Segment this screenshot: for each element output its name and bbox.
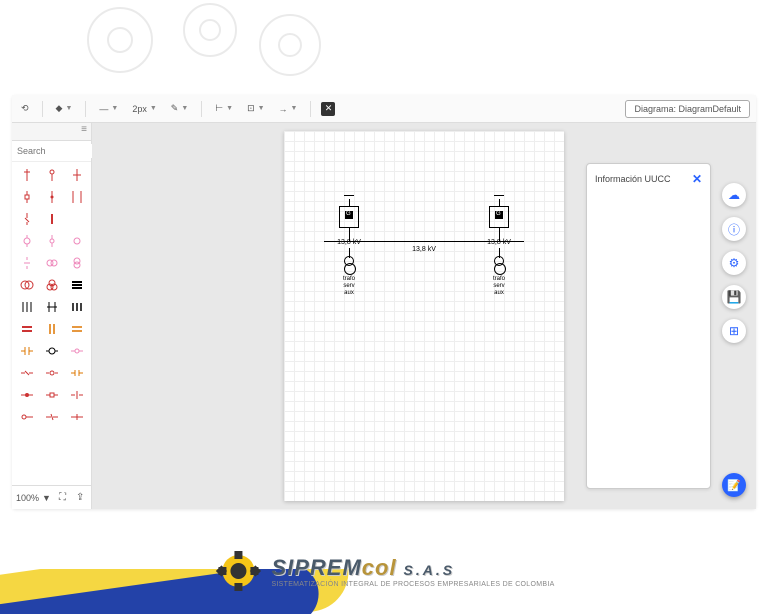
shape-item[interactable] <box>65 231 88 251</box>
notes-button[interactable]: 📝 <box>722 473 746 497</box>
stroke-width-dropdown[interactable]: 2px▼ <box>129 102 159 116</box>
save-button[interactable]: 💾 <box>722 285 746 309</box>
shape-item[interactable] <box>40 319 63 339</box>
shape-item[interactable] <box>40 253 63 273</box>
fill-color-dropdown[interactable]: ◆▼ <box>53 101 76 116</box>
shape-item[interactable] <box>15 297 38 317</box>
generator-node-left[interactable] <box>334 206 364 241</box>
voltage-label: 13,8 kV <box>334 239 364 246</box>
transformer-label: trafoservaux <box>334 276 364 297</box>
brand-logo-icon <box>213 546 263 596</box>
shape-item[interactable] <box>65 209 88 229</box>
shape-item[interactable] <box>65 165 88 185</box>
save-icon: 💾 <box>727 290 742 304</box>
info-panel-title: Información UUCC <box>595 174 671 184</box>
layers-icon: ⊞ <box>729 324 739 338</box>
canvas-area[interactable]: 13,8 kV 13,8 kV trafoservaux 13,8 kV tra… <box>92 123 756 509</box>
shape-item[interactable] <box>40 385 63 405</box>
shapes-sidebar: 🔍 <box>12 123 92 509</box>
layers-button[interactable]: ⊞ <box>722 319 746 343</box>
paint-bucket-icon: ◆ <box>56 103 63 114</box>
generator-node-right[interactable] <box>484 206 514 241</box>
shape-item[interactable] <box>15 165 38 185</box>
chevron-down-icon: ▼ <box>42 493 51 503</box>
single-line-diagram: 13,8 kV 13,8 kV trafoservaux 13,8 kV tra… <box>324 206 524 242</box>
transformer-right[interactable]: 13,8 kV trafoservaux <box>484 251 514 297</box>
shape-item[interactable] <box>15 407 38 427</box>
busbar-voltage-label: 13,8 kV <box>412 246 436 253</box>
fullscreen-button[interactable]: ⛶ <box>57 491 68 504</box>
line-style-dropdown[interactable]: — ▼ <box>96 102 121 116</box>
shape-item[interactable] <box>40 209 63 229</box>
zoom-value: 100% <box>16 493 39 503</box>
clear-formatting-button[interactable]: ✕ <box>321 102 335 116</box>
undo-button[interactable]: ⟲ <box>18 101 32 116</box>
info-panel: Información UUCC ✕ <box>586 163 711 489</box>
cloud-upload-button[interactable]: ☁ <box>722 183 746 207</box>
toolbar: ⟲ ◆▼ — ▼ 2px▼ ✎▼ ⊢ ▼ ⊡ ▼ → ▼ ✕ Diagrama:… <box>12 95 756 123</box>
voltage-label: 13,8 kV <box>484 239 514 246</box>
connection-dropdown[interactable]: ⊢ ▼ <box>212 101 236 116</box>
shape-item[interactable] <box>40 275 63 295</box>
shape-item[interactable] <box>40 231 63 251</box>
zoom-dropdown[interactable]: 100% ▼ <box>16 493 51 503</box>
settings-fab-button[interactable]: ⚙ <box>722 251 746 275</box>
brand-tagline: SISTEMATIZACIÓN INTEGRAL DE PROCESOS EMP… <box>271 581 554 588</box>
close-panel-button[interactable]: ✕ <box>692 172 702 186</box>
waypoint-dropdown[interactable]: ⊡ ▼ <box>244 101 267 116</box>
shape-item[interactable] <box>65 275 88 295</box>
shape-item[interactable] <box>40 187 63 207</box>
shape-palette <box>12 162 91 485</box>
shape-item[interactable] <box>15 187 38 207</box>
shape-item[interactable] <box>40 341 63 361</box>
diagram-name-badge[interactable]: Diagrama: DiagramDefault <box>625 100 750 118</box>
shape-item[interactable] <box>65 319 88 339</box>
stroke-width-label: 2px <box>132 104 147 114</box>
shape-item[interactable] <box>15 231 38 251</box>
brand-name: SIPREMcol S.A.S <box>271 555 554 581</box>
pencil-icon: ✎ <box>171 103 179 114</box>
diagram-editor-app: ⟲ ◆▼ — ▼ 2px▼ ✎▼ ⊢ ▼ ⊡ ▼ → ▼ ✕ Diagrama:… <box>12 95 756 509</box>
background-gears <box>60 0 360 90</box>
shape-item[interactable] <box>15 253 38 273</box>
shape-item[interactable] <box>40 363 63 383</box>
shape-item[interactable] <box>65 297 88 317</box>
shape-item[interactable] <box>15 385 38 405</box>
shape-item[interactable] <box>15 341 38 361</box>
line-color-dropdown[interactable]: ✎▼ <box>168 101 191 116</box>
shape-item[interactable] <box>40 407 63 427</box>
action-buttons-column: ☁ ⓘ ⚙ 💾 ⊞ <box>722 183 746 343</box>
shape-item[interactable] <box>65 187 88 207</box>
canvas-page[interactable]: 13,8 kV 13,8 kV trafoservaux 13,8 kV tra… <box>284 131 564 501</box>
gear-icon: ⚙ <box>729 256 740 270</box>
shape-item[interactable] <box>65 253 88 273</box>
shape-item[interactable] <box>15 275 38 295</box>
shape-item[interactable] <box>15 319 38 339</box>
shape-item[interactable] <box>15 209 38 229</box>
close-icon: ✕ <box>325 103 333 114</box>
workspace: 🔍 <box>12 123 756 509</box>
info-icon: ⓘ <box>728 221 740 238</box>
shape-item[interactable] <box>40 297 63 317</box>
shape-item[interactable] <box>15 363 38 383</box>
note-icon: 📝 <box>727 479 741 492</box>
shape-search-row: 🔍 <box>12 141 91 162</box>
shape-item[interactable] <box>65 363 88 383</box>
info-button[interactable]: ⓘ <box>722 217 746 241</box>
brand-footer: SIPREMcol S.A.S SISTEMATIZACIÓN INTEGRAL… <box>213 546 554 596</box>
sidebar-footer: 100% ▼ ⛶ ⇪ ✿ <box>12 485 91 509</box>
sidebar-handle[interactable] <box>12 123 91 141</box>
shape-item[interactable] <box>40 165 63 185</box>
export-button[interactable]: ⇪ <box>74 491 86 504</box>
shape-item[interactable] <box>65 385 88 405</box>
transformer-label: trafoservaux <box>484 276 514 297</box>
busbar[interactable]: 13,8 kV 13,8 kV trafoservaux 13,8 kV tra… <box>324 241 524 242</box>
shape-item[interactable] <box>65 341 88 361</box>
shape-item[interactable] <box>65 407 88 427</box>
transformer-left[interactable]: 13,8 kV trafoservaux <box>334 251 364 297</box>
arrow-dropdown[interactable]: → ▼ <box>276 102 301 116</box>
cloud-icon: ☁ <box>728 188 740 202</box>
